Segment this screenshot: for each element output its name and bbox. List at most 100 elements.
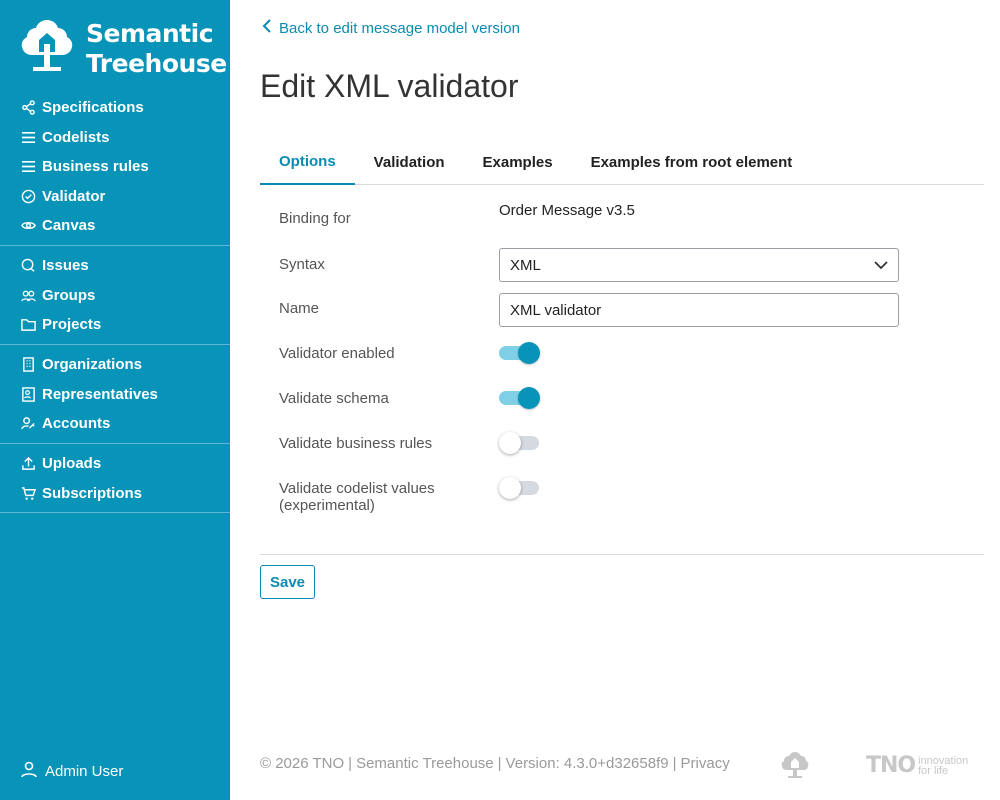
tab-bar: Options Validation Examples Examples fro… — [260, 140, 984, 185]
sidebar-item-canvas[interactable]: Canvas — [0, 211, 230, 241]
tno-tagline: innovation for life — [918, 754, 969, 777]
share-icon — [20, 100, 36, 116]
treehouse-logo-icon — [20, 18, 74, 79]
nav-group-files: Uploads Subscriptions — [0, 449, 230, 513]
tab-options[interactable]: Options — [260, 140, 355, 185]
binding-label: Binding for — [279, 210, 351, 227]
sidebar-item-projects[interactable]: Projects — [0, 310, 230, 340]
eye-icon — [20, 218, 36, 234]
list-icon — [20, 129, 36, 145]
user-key-icon — [20, 416, 36, 432]
binding-value: Order Message v3.5 — [499, 202, 635, 219]
sidebar-item-validator[interactable]: Validator — [0, 182, 230, 212]
cart-icon — [20, 485, 36, 501]
tno-tagline-line1: innovation — [918, 754, 969, 767]
sidebar-item-subscriptions[interactable]: Subscriptions — [0, 479, 230, 509]
sidebar-item-codelists[interactable]: Codelists — [0, 123, 230, 153]
sidebar-item-business-rules[interactable]: Business rules — [0, 152, 230, 182]
sidebar-item-uploads[interactable]: Uploads — [0, 449, 230, 479]
sidebar-item-label: Issues — [42, 257, 89, 275]
validate-codelist-toggle[interactable] — [499, 477, 541, 499]
footer: © 2026 TNO | Semantic Treehouse | Version: 4… — [260, 755, 730, 772]
name-input[interactable]: XML validator — [499, 293, 899, 327]
sidebar-item-accounts[interactable]: Accounts — [0, 409, 230, 439]
footer-product: Semantic Treehouse — [356, 755, 494, 772]
sidebar-item-label: Subscriptions — [42, 484, 143, 502]
toggle-knob — [499, 432, 521, 454]
validate-schema-toggle[interactable] — [499, 387, 541, 409]
footer-copyright: © 2026 TNO — [260, 755, 345, 772]
user-icon — [20, 760, 45, 782]
sidebar-item-label: Business rules — [42, 158, 149, 176]
privacy-link[interactable]: Privacy — [681, 755, 730, 772]
validate-codelist-label-line2: (experimental) — [279, 497, 375, 514]
chevron-down-icon — [874, 257, 888, 274]
syntax-select[interactable]: XML — [499, 248, 899, 282]
toggle-knob — [518, 342, 540, 364]
sidebar-item-label: Canvas — [42, 217, 96, 235]
validate-codelist-label: Validate codelist values (experimental) — [279, 480, 435, 514]
validate-schema-label: Validate schema — [279, 390, 389, 407]
footer-separator: | — [497, 755, 502, 772]
building-icon — [20, 357, 36, 373]
back-link[interactable]: Back to edit message model version — [261, 19, 520, 37]
name-input-value: XML validator — [510, 301, 602, 319]
user-name: Admin User — [45, 762, 124, 780]
chevron-left-icon — [261, 19, 279, 37]
form-divider — [260, 554, 984, 555]
footer-separator: | — [672, 755, 677, 772]
chat-icon — [20, 258, 36, 274]
treehouse-footer-icon — [781, 751, 809, 779]
sidebar-item-label: Organizations — [42, 356, 143, 374]
user-menu[interactable]: Admin User — [20, 760, 123, 782]
tno-tagline-line2: for life — [918, 764, 949, 777]
validator-enabled-label: Validator enabled — [279, 345, 395, 362]
sidebar-item-label: Projects — [42, 316, 102, 334]
footer-version: Version: 4.3.0+d32658f9 — [505, 755, 669, 772]
tno-mark: TNO — [866, 753, 916, 778]
nav-group-collaboration: Issues Groups Projects — [0, 251, 230, 345]
brand-name-line2: Treehouse — [86, 48, 227, 78]
sidebar-item-label: Accounts — [42, 415, 111, 433]
id-card-icon — [20, 386, 36, 402]
upload-icon — [20, 456, 36, 472]
validator-enabled-toggle[interactable] — [499, 342, 541, 364]
sidebar-item-label: Groups — [42, 286, 96, 304]
nav-group-content: Specifications Codelists Business rules … — [0, 93, 230, 246]
list-icon — [20, 159, 36, 175]
toggle-knob — [499, 477, 521, 499]
validate-codelist-label-line1: Validate codelist values — [279, 480, 435, 497]
toggle-knob — [518, 387, 540, 409]
sidebar-item-label: Representatives — [42, 385, 158, 403]
sidebar-item-specifications[interactable]: Specifications — [0, 93, 230, 123]
tab-validation[interactable]: Validation — [355, 140, 464, 185]
back-link-label: Back to edit message model version — [279, 19, 520, 37]
tab-examples[interactable]: Examples — [464, 140, 572, 185]
folder-icon — [20, 317, 36, 333]
save-button[interactable]: Save — [260, 565, 315, 599]
name-label: Name — [279, 300, 320, 317]
sidebar-item-groups[interactable]: Groups — [0, 281, 230, 311]
users-icon — [20, 287, 36, 303]
sidebar-item-label: Validator — [42, 187, 106, 205]
validate-business-rules-toggle[interactable] — [499, 432, 541, 454]
tab-examples-root[interactable]: Examples from root element — [572, 140, 812, 185]
nav-group-administration: Organizations Representatives Accounts — [0, 350, 230, 444]
sidebar-item-representatives[interactable]: Representatives — [0, 380, 230, 410]
page-title: Edit XML validator — [260, 68, 519, 104]
sidebar-item-issues[interactable]: Issues — [0, 251, 230, 281]
sidebar-item-label: Specifications — [42, 99, 144, 117]
check-circle-icon — [20, 188, 36, 204]
syntax-label: Syntax — [279, 256, 325, 273]
brand-name-line1: Semantic — [86, 18, 214, 48]
brand-name: Semantic Treehouse — [86, 19, 227, 79]
brand-logo[interactable]: Semantic Treehouse — [20, 18, 227, 79]
footer-separator: | — [348, 755, 353, 772]
sidebar: Semantic Treehouse Specifications Codeli… — [0, 0, 230, 800]
sidebar-item-label: Codelists — [42, 128, 110, 146]
sidebar-item-label: Uploads — [42, 455, 102, 473]
sidebar-item-organizations[interactable]: Organizations — [0, 350, 230, 380]
validate-business-rules-label: Validate business rules — [279, 435, 433, 452]
syntax-select-value: XML — [510, 256, 541, 274]
tno-logo: TNO innovation for life — [866, 753, 968, 778]
